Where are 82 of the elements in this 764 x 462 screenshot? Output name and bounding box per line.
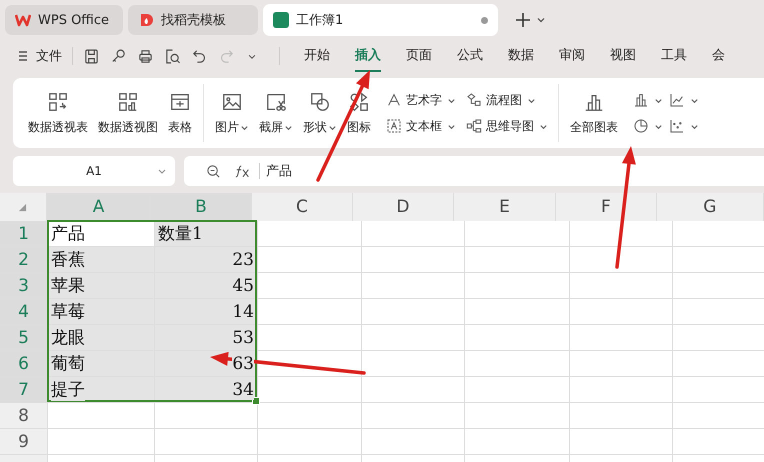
row-header[interactable]: 5 [0, 325, 48, 351]
spreadsheet-icon [273, 12, 289, 28]
line-chart-icon [669, 92, 685, 108]
column-header[interactable]: F [556, 193, 657, 221]
table-cell: 葡萄 [48, 351, 155, 377]
table-cell: 53 [155, 325, 258, 351]
key-icon[interactable] [110, 48, 127, 64]
ribbon-button[interactable]: 艺术字 [386, 87, 456, 113]
table-cell: 苹果 [48, 273, 155, 299]
row-header[interactable]: 9 [0, 429, 48, 455]
flame-logo-icon [138, 12, 154, 28]
ribbon-tab[interactable]: 会 [712, 40, 725, 72]
table-cell: 龙眼 [48, 325, 155, 351]
chevron-down-icon[interactable] [536, 15, 546, 25]
function-icon [235, 164, 251, 178]
ribbon-tab[interactable]: 页面 [406, 40, 432, 72]
wps-logo-icon [15, 12, 31, 28]
pie-chart-icon [633, 118, 649, 134]
table-cell: 14 [155, 299, 258, 325]
row-header[interactable]: 2 [0, 247, 48, 273]
column-header[interactable]: B [151, 193, 252, 221]
ribbon-tab[interactable]: 审阅 [559, 40, 585, 72]
column-header[interactable]: D [353, 193, 454, 221]
mind-map-icon [466, 118, 482, 134]
word-art-icon [386, 92, 402, 108]
ribbon-button[interactable]: 流程图 [466, 87, 548, 113]
save-icon[interactable] [83, 48, 100, 64]
bar-chart-icon [633, 92, 649, 108]
row-header[interactable]: 7 [0, 377, 48, 403]
fill-handle[interactable] [252, 397, 260, 405]
scatter-chart-icon [669, 118, 685, 134]
pivot-chart-icon [117, 90, 139, 112]
row-header[interactable]: 6 [0, 351, 48, 377]
ribbon-button[interactable]: 全部图表 [569, 88, 619, 138]
zoom-out-icon [206, 164, 221, 178]
ribbon-tab[interactable]: 开始 [304, 40, 330, 72]
column-header[interactable]: E [454, 193, 556, 221]
ribbon-button[interactable]: 数据透视图 [97, 88, 159, 138]
column-header[interactable]: C [252, 193, 354, 221]
file-menu[interactable]: 文件 [36, 47, 62, 65]
ribbon-button[interactable]: 图标 [346, 88, 372, 138]
ribbon-button[interactable]: 数据透视表 [27, 88, 89, 138]
table-cell: 34 [155, 377, 258, 403]
table-cell: 63 [155, 351, 258, 377]
column-header[interactable]: G [656, 193, 764, 221]
table-cell: 香蕉 [48, 247, 155, 273]
flowchart-icon [466, 92, 482, 108]
menu-icon[interactable] [18, 50, 30, 62]
ribbon-button[interactable]: 思维导图 [466, 113, 548, 139]
row-header[interactable]: 4 [0, 299, 48, 325]
row-header[interactable]: 1 [0, 221, 48, 247]
ribbon-tab[interactable]: 视图 [610, 40, 636, 72]
name-box[interactable]: A1 [13, 156, 175, 186]
pivot-table-icon [47, 90, 69, 112]
ribbon-tab[interactable]: 工具 [661, 40, 687, 72]
icons-icon [348, 90, 370, 112]
row-header[interactable]: 3 [0, 273, 48, 299]
print-icon[interactable] [137, 48, 154, 64]
shapes-icon [309, 90, 331, 112]
new-tab-icon[interactable] [515, 12, 531, 28]
table-cell: 提子 [48, 377, 155, 403]
table-cell: 23 [155, 247, 258, 273]
column-header[interactable]: A [46, 193, 152, 221]
ribbon-button[interactable]: 文本框 [386, 113, 456, 139]
table-cell: 45 [155, 273, 258, 299]
undo-icon[interactable] [191, 48, 208, 64]
document-tab[interactable]: 工作簿1 [263, 4, 498, 36]
ribbon-button[interactable]: 截屏 [258, 88, 294, 138]
text-box-icon [386, 118, 402, 134]
ribbon-tab[interactable]: 公式 [457, 40, 483, 72]
close-dot-icon[interactable] [481, 16, 488, 24]
ribbon-tab[interactable]: 数据 [508, 40, 534, 72]
table-cell: 数量1 [155, 221, 258, 247]
ribbon-button[interactable]: 形状 [302, 88, 338, 138]
table-cell: 草莓 [48, 299, 155, 325]
document-tab[interactable]: 找稻壳模板 [128, 5, 258, 35]
ribbon-button[interactable]: 图片 [214, 88, 250, 138]
document-tab[interactable]: WPS Office [5, 5, 123, 35]
ribbon-button[interactable]: 表格 [167, 88, 193, 138]
row-header[interactable]: 8 [0, 403, 48, 429]
print-preview-icon[interactable] [164, 48, 181, 64]
formula-field[interactable]: 产品 [184, 156, 764, 186]
